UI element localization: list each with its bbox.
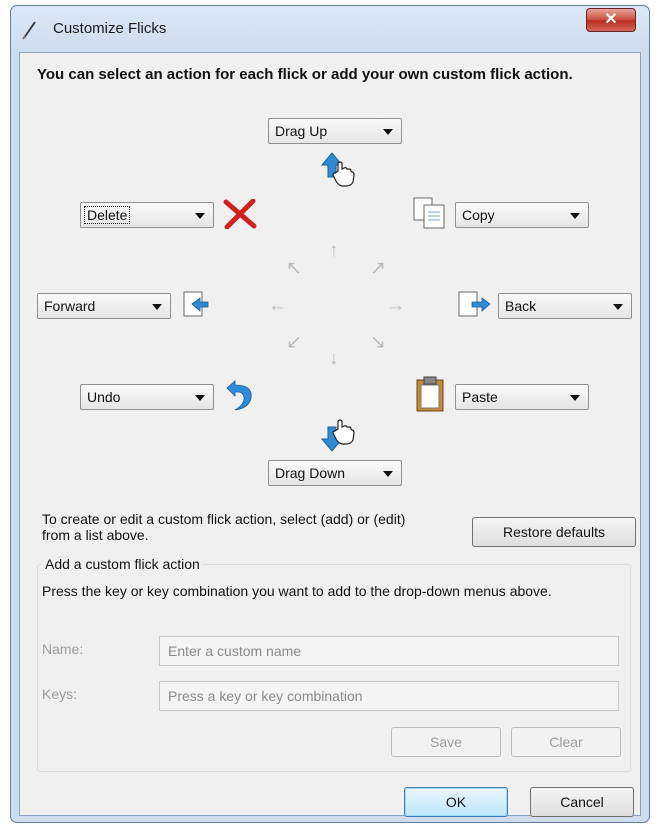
flick-lower-right-select[interactable]: Paste — [455, 384, 589, 410]
back-icon — [458, 291, 491, 317]
arrow-right-icon: → — [386, 295, 405, 316]
keys-label: Keys: — [42, 686, 78, 702]
flick-left-select[interactable]: Forward — [37, 293, 171, 319]
chevron-down-icon — [195, 213, 205, 219]
forward-icon — [183, 291, 209, 317]
restore-defaults-button[interactable]: Restore defaults — [472, 517, 636, 547]
arrow-up-left-icon: ↖ — [286, 258, 302, 279]
copy-icon — [413, 197, 445, 229]
chevron-down-icon — [570, 213, 580, 219]
flick-up-value: Drag Up — [275, 123, 328, 139]
custom-keys-input[interactable]: Press a key or key combination — [159, 681, 619, 711]
arrow-down-icon: ↓ — [329, 348, 339, 369]
chevron-down-icon — [152, 304, 162, 310]
custom-flick-group-title: Add a custom flick action — [42, 556, 203, 572]
name-label: Name: — [42, 641, 84, 657]
flick-left-value: Forward — [44, 298, 96, 314]
flick-right-value: Back — [505, 298, 537, 314]
flick-lower-left-value: Undo — [87, 389, 121, 405]
ok-button[interactable]: OK — [404, 787, 508, 817]
chevron-down-icon — [570, 395, 580, 401]
custom-flick-instructions: Press the key or key combination you wan… — [42, 583, 552, 599]
clear-button[interactable]: Clear — [511, 727, 621, 757]
flick-right-select[interactable]: Back — [498, 293, 632, 319]
delete-icon — [223, 199, 257, 229]
chevron-down-icon — [383, 471, 393, 477]
flick-down-value: Drag Down — [275, 465, 346, 481]
chevron-down-icon — [383, 129, 393, 135]
cancel-button[interactable]: Cancel — [530, 787, 634, 817]
arrow-down-right-icon: ↘ — [370, 332, 386, 353]
undo-icon — [226, 380, 252, 411]
dialog-heading: You can select an action for each flick … — [37, 66, 573, 83]
flick-upper-left-value: Delete — [83, 206, 131, 224]
save-button[interactable]: Save — [391, 727, 501, 757]
drag-down-icon — [320, 419, 355, 452]
chevron-down-icon — [195, 395, 205, 401]
customize-flicks-dialog: Customize Flicks ✕ You can select an act… — [10, 5, 650, 823]
custom-name-input[interactable]: Enter a custom name — [159, 636, 619, 666]
flick-upper-right-value: Copy — [462, 207, 495, 223]
arrow-left-icon: ← — [268, 295, 287, 316]
flick-lower-left-select[interactable]: Undo — [80, 384, 214, 410]
window-title: Customize Flicks — [53, 20, 167, 37]
custom-action-info: To create or edit a custom flick action,… — [42, 511, 406, 543]
flick-down-select[interactable]: Drag Down — [268, 460, 402, 486]
flick-upper-left-select[interactable]: Delete — [80, 202, 214, 228]
chevron-down-icon — [613, 304, 623, 310]
dialog-body: You can select an action for each flick … — [19, 52, 641, 817]
flick-upper-right-select[interactable]: Copy — [455, 202, 589, 228]
arrow-down-left-icon: ↙ — [286, 332, 302, 353]
close-button[interactable]: ✕ — [586, 8, 636, 32]
paste-icon — [416, 376, 444, 412]
flick-up-select[interactable]: Drag Up — [268, 118, 402, 144]
pen-icon — [22, 21, 36, 40]
title-bar[interactable]: Customize Flicks ✕ — [11, 6, 649, 52]
arrow-up-right-icon: ↗ — [370, 258, 386, 279]
arrow-up-icon: ↑ — [329, 240, 339, 261]
drag-up-icon — [320, 152, 355, 187]
flick-lower-right-value: Paste — [462, 389, 498, 405]
